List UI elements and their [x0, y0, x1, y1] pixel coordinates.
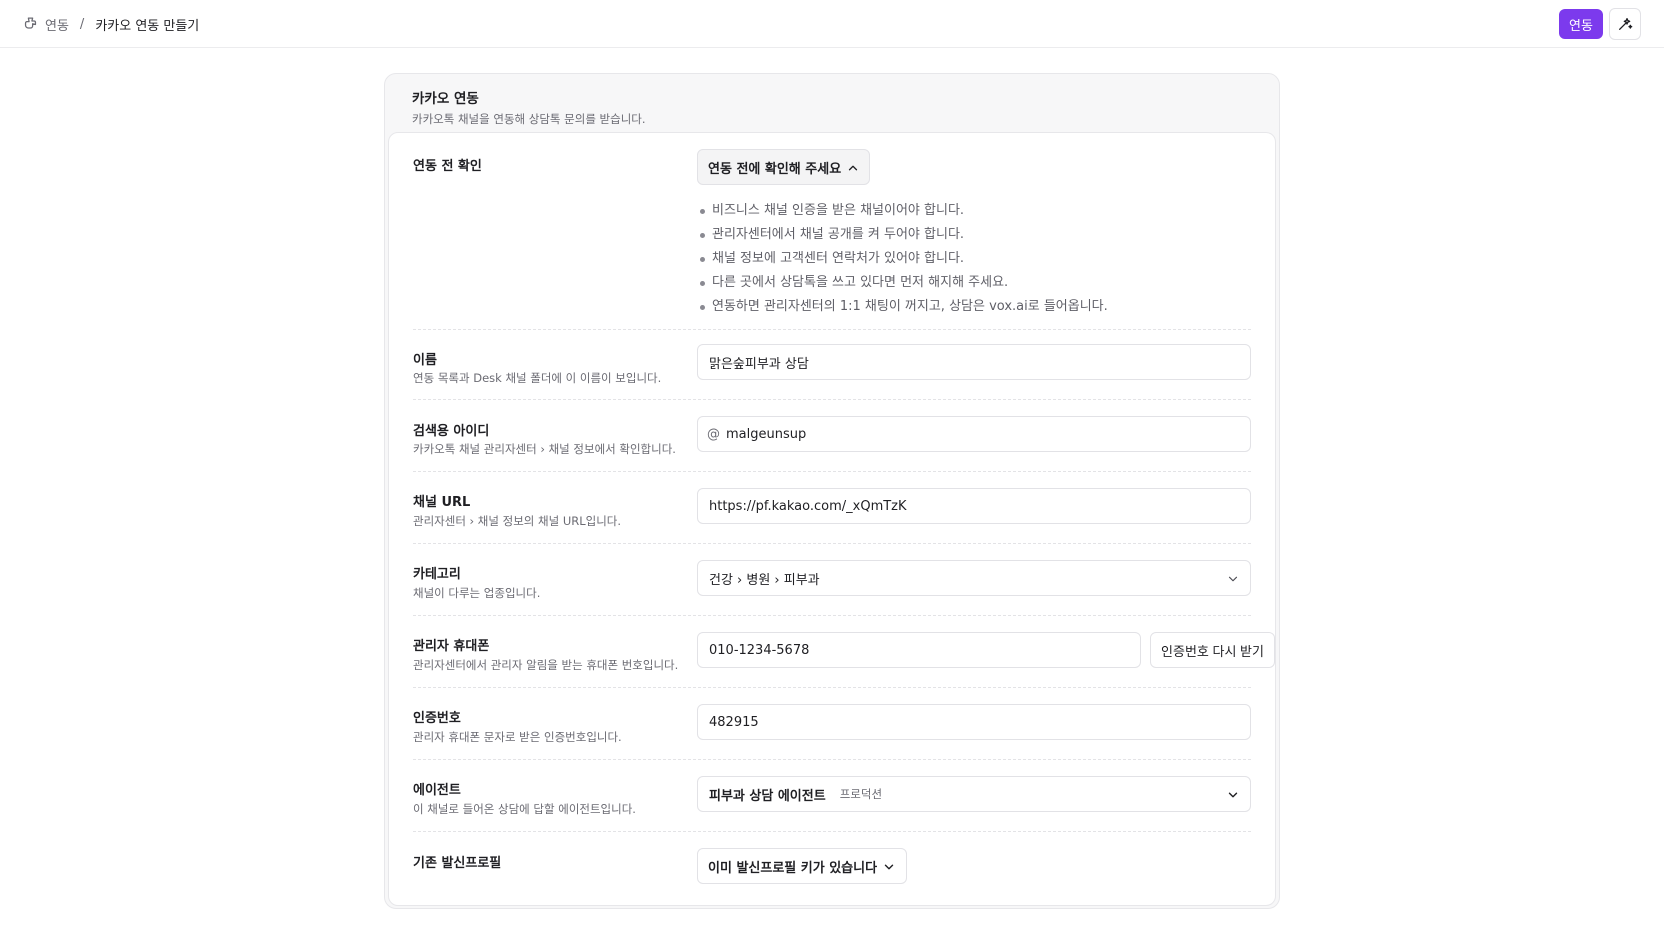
verify-code-row: 인증번호 관리자 휴대폰 문자로 받은 인증번호입니다. 482915: [413, 687, 1251, 759]
search-id-value: malgeunsup: [726, 426, 807, 442]
category-select[interactable]: 건강 › 병원 › 피부과: [697, 560, 1251, 596]
breadcrumb-root-link[interactable]: 연동: [45, 15, 69, 34]
integration-icon[interactable]: [22, 16, 39, 33]
chevron-up-icon: [848, 165, 858, 171]
precheck-toggle-label: 연동 전에 확인해 주세요: [708, 161, 842, 177]
name-row: 이름 연동 목록과 Desk 채널 폴더에 이 이름이 보입니다. 맑은숲피부과…: [413, 329, 1251, 399]
precheck-row: 연동 전 확인 연동 전에 확인해 주세요 비즈니스 채널 인증을 받은 채널이…: [413, 133, 1251, 329]
agent-row: 에이전트 이 채널로 들어온 상담에 답할 에이전트입니다. 피부과 상담 에이…: [413, 759, 1251, 831]
sender-profile-label: 기존 발신프로필: [413, 856, 502, 871]
breadcrumb-separator: /: [79, 16, 85, 32]
list-item: 다른 곳에서 상담톡을 쓰고 있다면 먼저 해지해 주세요.: [697, 271, 1108, 295]
name-input-value: 맑은숲피부과 상담: [709, 356, 809, 372]
magic-wand-icon: [1619, 18, 1633, 30]
category-label: 카테고리: [413, 567, 461, 582]
agent-desc: 이 채널로 들어온 상담에 답할 에이전트입니다.: [413, 802, 636, 816]
top-bar: 연동 / 카카오 연동 만들기 연동: [0, 0, 1664, 48]
name-desc: 연동 목록과 Desk 채널 폴더에 이 이름이 보입니다.: [413, 371, 662, 385]
connect-button[interactable]: 연동: [1559, 9, 1603, 39]
channel-url-value: https://pf.kakao.com/_xQmTzK: [709, 498, 907, 514]
agent-select[interactable]: 피부과 상담 에이전트 프로덕션: [697, 776, 1251, 812]
environment-badge: 프로덕션: [839, 787, 883, 801]
search-id-row: 검색용 아이디 카카오톡 채널 관리자센터 › 채널 정보에서 확인합니다. @…: [413, 399, 1251, 471]
form-panel: 연동 전 확인 연동 전에 확인해 주세요 비즈니스 채널 인증을 받은 채널이…: [388, 132, 1276, 906]
precheck-label: 연동 전 확인: [413, 159, 482, 174]
list-item: 관리자센터에서 채널 공개를 켜 두어야 합니다.: [697, 223, 1108, 247]
search-id-desc: 카카오톡 채널 관리자센터 › 채널 정보에서 확인합니다.: [413, 442, 676, 456]
channel-url-desc: 관리자센터 › 채널 정보의 채널 URL입니다.: [413, 514, 622, 528]
at-prefix: @: [707, 426, 720, 442]
card-subtitle: 카카오톡 채널을 연동해 상담톡 문의를 받습니다.: [412, 112, 646, 126]
breadcrumb: 연동 / 카카오 연동 만들기: [22, 0, 199, 48]
category-row: 카테고리 채널이 다루는 업종입니다. 건강 › 병원 › 피부과: [413, 543, 1251, 615]
card-title: 카카오 연동: [412, 91, 479, 107]
admin-phone-row: 관리자 휴대폰 관리자센터에서 관리자 알림을 받는 휴대폰 번호입니다. 01…: [413, 615, 1275, 687]
resend-code-button[interactable]: 인증번호 다시 받기: [1150, 632, 1275, 668]
kakao-integration-card: 카카오 연동 카카오톡 채널을 연동해 상담톡 문의를 받습니다. 연동 전 확…: [384, 73, 1280, 909]
precheck-toggle[interactable]: 연동 전에 확인해 주세요: [697, 149, 870, 185]
search-id-label: 검색용 아이디: [413, 424, 490, 439]
admin-phone-label: 관리자 휴대폰: [413, 639, 490, 654]
chevron-down-icon: [1228, 576, 1238, 582]
verify-code-input[interactable]: 482915: [697, 704, 1251, 740]
verify-code-label: 인증번호: [413, 711, 461, 726]
admin-phone-value: 010-1234-5678: [709, 642, 810, 658]
list-item: 채널 정보에 고객센터 연락처가 있어야 합니다.: [697, 247, 1108, 271]
breadcrumb-current: 카카오 연동 만들기: [95, 18, 200, 34]
sender-profile-value: 이미 발신프로필 키가 있습니다: [708, 860, 878, 876]
chevron-down-icon: [1228, 792, 1238, 798]
list-item: 비즈니스 채널 인증을 받은 채널이어야 합니다.: [697, 199, 1108, 223]
name-label: 이름: [413, 353, 437, 368]
card-header: 카카오 연동 카카오톡 채널을 연동해 상담톡 문의를 받습니다.: [412, 87, 646, 127]
chevron-down-icon: [884, 864, 894, 870]
precheck-list: 비즈니스 채널 인증을 받은 채널이어야 합니다. 관리자센터에서 채널 공개를…: [697, 199, 1108, 319]
agent-label: 에이전트: [413, 783, 461, 798]
channel-url-input[interactable]: https://pf.kakao.com/_xQmTzK: [697, 488, 1251, 524]
category-desc: 채널이 다루는 업종입니다.: [413, 586, 541, 600]
channel-url-row: 채널 URL 관리자센터 › 채널 정보의 채널 URL입니다. https:/…: [413, 471, 1251, 543]
agent-value: 피부과 상담 에이전트: [709, 788, 826, 804]
search-id-input[interactable]: @ malgeunsup: [697, 416, 1251, 452]
name-input[interactable]: 맑은숲피부과 상담: [697, 344, 1251, 380]
sender-profile-select[interactable]: 이미 발신프로필 키가 있습니다: [697, 848, 907, 884]
channel-url-label: 채널 URL: [413, 495, 471, 510]
admin-phone-desc: 관리자센터에서 관리자 알림을 받는 휴대폰 번호입니다.: [413, 658, 679, 672]
list-item: 연동하면 관리자센터의 1:1 채팅이 꺼지고, 상담은 vox.ai로 들어옵…: [697, 295, 1108, 319]
sender-profile-row: 기존 발신프로필 이미 발신프로필 키가 있습니다: [413, 831, 1251, 905]
verify-code-value: 482915: [709, 714, 759, 730]
ai-assist-button[interactable]: [1609, 8, 1641, 40]
admin-phone-input[interactable]: 010-1234-5678: [697, 632, 1141, 668]
verify-code-desc: 관리자 휴대폰 문자로 받은 인증번호입니다.: [413, 730, 622, 744]
category-value: 건강 › 병원 › 피부과: [709, 572, 820, 588]
